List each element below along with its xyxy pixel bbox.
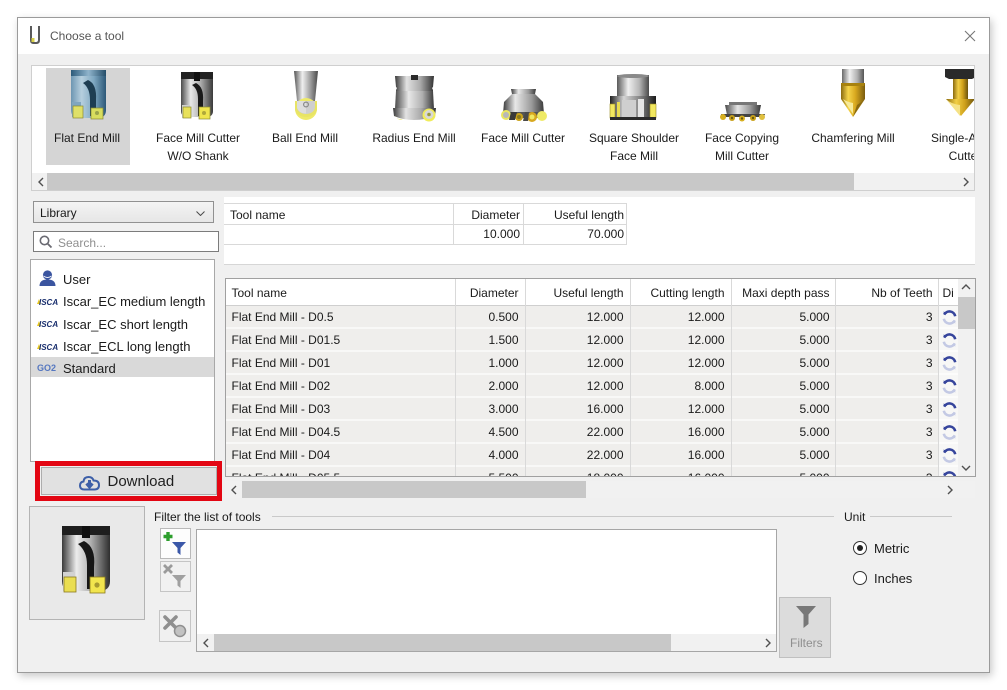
svg-text:ISCAR: ISCAR — [39, 343, 58, 352]
svg-text:ISCAR: ISCAR — [39, 320, 58, 329]
svg-text:GO2: GO2 — [37, 363, 56, 373]
svg-text:ISCAR: ISCAR — [39, 298, 58, 307]
